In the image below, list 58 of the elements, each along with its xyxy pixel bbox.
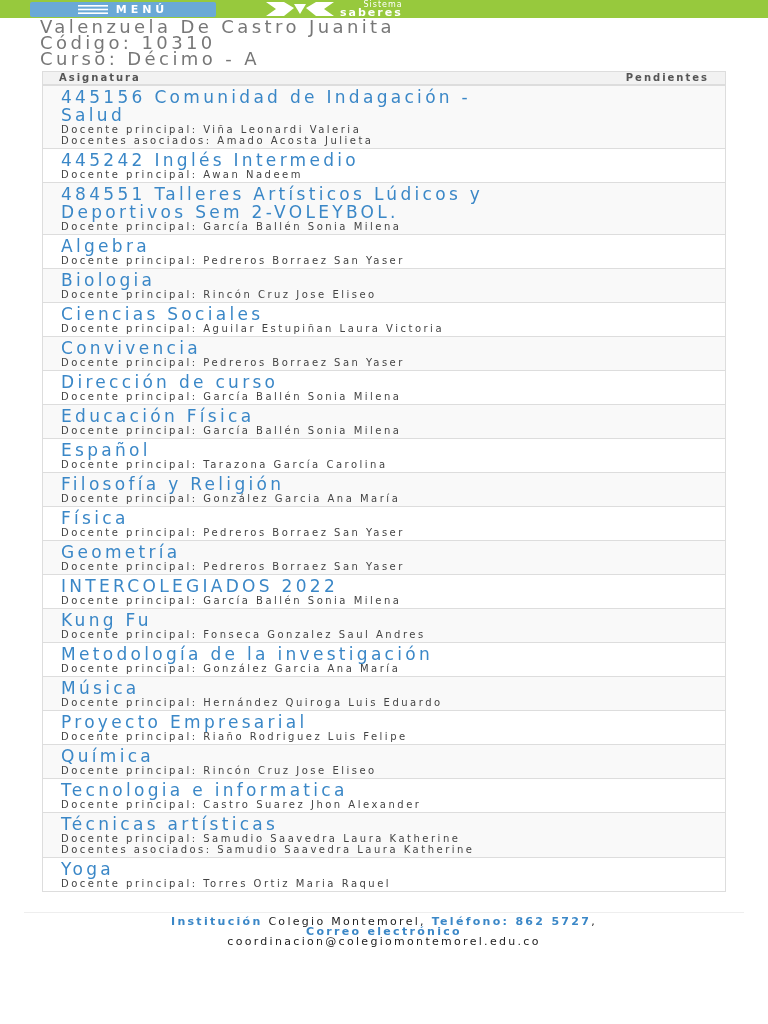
subject-link[interactable]: Proyecto Empresarial	[61, 713, 521, 731]
footer-text: Correo electrónico	[306, 927, 462, 937]
teacher-text: Docente principal: Torres Ortiz Maria Raquel	[61, 878, 393, 889]
teacher-text: Docente principal: Riaño Rodriguez Luis Felipe	[61, 731, 409, 742]
subject-link[interactable]: Tecnologia e informatica	[61, 781, 521, 799]
menu-button[interactable]: MENÚ	[30, 1, 216, 17]
teacher-text: Docente principal: Pedreros Borraez San Yaser	[61, 255, 406, 266]
subject-link[interactable]: 445156 Comunidad de Indagación - Salud	[61, 88, 521, 124]
teacher-text: Docente principal: García Ballén Sonia Milena	[61, 595, 403, 606]
teacher-text: Docente principal: Hernández Quiroga Luis Eduardo	[61, 697, 444, 708]
subject-link[interactable]: Algebra	[61, 237, 521, 255]
teacher-text: Docente principal: Pedreros Borraez San Yaser	[61, 561, 406, 572]
teacher-text: Docente principal: Tarazona García Carolina	[61, 459, 389, 470]
teacher-text: Docente principal: Fonseca Gonzalez Saul Andres	[61, 629, 427, 640]
subject-link[interactable]: Música	[61, 679, 521, 697]
subject-link[interactable]: Español	[61, 441, 521, 459]
teacher-text: Docente principal: González Garcia Ana María	[61, 493, 402, 504]
subject-link[interactable]: Dirección de curso	[61, 373, 521, 391]
student-course: Curso: Décimo - A	[40, 51, 261, 67]
logo-icon	[264, 1, 336, 17]
teacher-text: Docentes asociados: Amado Acosta Julieta	[61, 135, 375, 146]
student-code: Código: 10310	[40, 35, 217, 51]
subject-link[interactable]: Filosofía y Religión	[61, 475, 521, 493]
teacher-text: Docentes asociados: Samudio Saavedra Laura Katherine	[61, 844, 476, 855]
student-name: Valenzuela De Castro Juanita	[40, 19, 396, 35]
column-header: Asignatura	[59, 73, 141, 83]
subject-link[interactable]: Química	[61, 747, 521, 765]
footer-text: Institución Colegio Montemorel, Teléfono: 862 5727,	[170, 917, 598, 927]
subject-link[interactable]: Física	[61, 509, 521, 527]
teacher-text: Docente principal: Rincón Cruz Jose Eliseo	[61, 289, 378, 300]
teacher-text: Docente principal: Awan Nadeem	[61, 169, 304, 180]
subject-link[interactable]: Educación Física	[61, 407, 521, 425]
teacher-text: Docente principal: Rincón Cruz Jose Eliseo	[61, 765, 378, 776]
teacher-text: Docente principal: García Ballén Sonia Milena	[61, 425, 403, 436]
menu-icon	[77, 4, 108, 14]
column-header: Pendientes	[625, 73, 709, 83]
subject-link[interactable]: Técnicas artísticas	[61, 815, 521, 833]
teacher-text: Docente principal: García Ballén Sonia Milena	[61, 391, 403, 402]
teacher-text: Docente principal: Pedreros Borraez San Yaser	[61, 527, 406, 538]
logo-text: Sistema	[363, 1, 403, 9]
teacher-text: Docente principal: Castro Suarez Jhon Alexander	[61, 799, 423, 810]
subject-link[interactable]: 484551 Talleres Artísticos Lúdicos y Deportivos Sem 2-VOLEYBOL.	[61, 185, 521, 221]
teacher-text: Docente principal: García Ballén Sonia Milena	[61, 221, 403, 232]
subject-link[interactable]: Convivencia	[61, 339, 521, 357]
subject-link[interactable]: INTERCOLEGIADOS 2022	[61, 577, 521, 595]
footer-email: coordinacion@colegiomontemorel.edu.co	[226, 937, 542, 947]
subject-link[interactable]: Biologia	[61, 271, 521, 289]
subject-link[interactable]: Ciencias Sociales	[61, 305, 521, 323]
teacher-text: Docente principal: Aguilar Estupiñan Laura Victoria	[61, 323, 446, 334]
teacher-text: Docente principal: Viña Leonardi Valeria	[61, 124, 362, 135]
subject-link[interactable]: Metodología de la investigación	[61, 645, 521, 663]
subject-link[interactable]: 445242 Inglés Intermedio	[61, 151, 521, 169]
teacher-text: Docente principal: Pedreros Borraez San Yaser	[61, 357, 406, 368]
subject-link[interactable]: Yoga	[61, 860, 521, 878]
teacher-text: Docente principal: Samudio Saavedra Laura Katherine	[61, 833, 461, 844]
teacher-text: Docente principal: González Garcia Ana María	[61, 663, 401, 674]
subject-link[interactable]: Geometría	[61, 543, 521, 561]
subject-link[interactable]: Kung Fu	[61, 611, 521, 629]
